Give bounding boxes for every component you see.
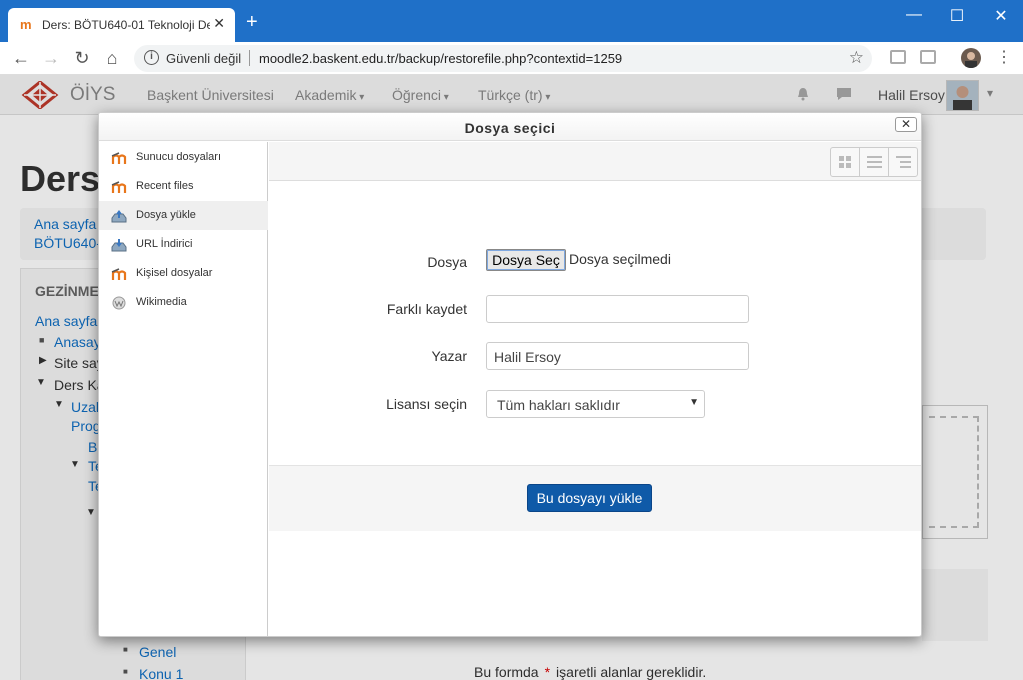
file-label: Dosya [427, 254, 467, 270]
cast-icon[interactable] [920, 50, 936, 64]
file-picker-content: Dosya Dosya Seç Dosya seçilmedi Farklı k… [269, 142, 921, 636]
repo-upload-file[interactable]: Dosya yükle [99, 201, 268, 230]
home-icon[interactable]: ⌂ [102, 48, 122, 68]
extension-icon[interactable] [890, 50, 906, 64]
upload-icon [111, 210, 127, 223]
repo-server-files[interactable]: Sunucu dosyaları [99, 143, 268, 172]
forward-arrow-icon[interactable]: → [41, 48, 61, 68]
window-close-button[interactable]: ✕ [991, 6, 1011, 26]
license-selected-value: Tüm hakları saklıdır [497, 397, 620, 413]
address-bar[interactable]: i Güvenli değil moodle2.baskent.edu.tr/b… [134, 45, 872, 72]
new-tab-button[interactable]: + [246, 12, 258, 32]
repo-label: Sunucu dosyaları [136, 151, 221, 163]
chevron-down-icon: ▼ [689, 397, 699, 408]
browser-tab[interactable]: m Ders: BÖTU640-01 Teknoloji Dest ✕ [8, 8, 235, 42]
file-picker-dialog: Dosya seçici ✕ Sunucu dosyaları Recent f… [98, 112, 922, 637]
repo-label: Dosya yükle [136, 209, 196, 221]
tab-close-icon[interactable]: ✕ [213, 15, 225, 32]
upload-file-button[interactable]: Bu dosyayı yükle [527, 484, 652, 512]
saveas-field[interactable] [486, 295, 749, 323]
grid-view-button[interactable] [831, 148, 860, 176]
moodle-icon [111, 268, 127, 280]
tab-title: Ders: BÖTU640-01 Teknoloji Dest [42, 18, 210, 32]
repo-label: URL İndirici [136, 238, 193, 250]
author-field[interactable]: Halil Ersoy [486, 342, 749, 370]
grid-view-icon [839, 156, 851, 168]
repo-private-files[interactable]: Kişisel dosyalar [99, 259, 268, 288]
moodle-icon [111, 152, 127, 164]
profile-avatar[interactable] [961, 48, 981, 68]
info-icon[interactable]: i [144, 50, 159, 65]
address-divider [249, 50, 250, 66]
browser-toolbar: ← → ↻ ⌂ i Güvenli değil moodle2.baskent.… [0, 42, 1023, 75]
repo-label: Kişisel dosyalar [136, 267, 213, 279]
url-text[interactable]: moodle2.baskent.edu.tr/backup/restorefil… [259, 51, 622, 66]
repo-recent-files[interactable]: Recent files [99, 172, 268, 201]
repository-list: Sunucu dosyaları Recent files Dosya yükl… [99, 142, 268, 636]
file-picker-footer: Bu dosyayı yükle [269, 465, 921, 531]
moodle-favicon-icon: m [20, 17, 32, 32]
moodle-icon [111, 181, 127, 193]
wikimedia-icon [112, 296, 126, 310]
repo-wikimedia[interactable]: Wikimedia [99, 288, 268, 317]
maximize-button[interactable]: ☐ [947, 6, 967, 26]
bookmark-star-icon[interactable]: ☆ [849, 48, 864, 68]
security-label: Güvenli değil [166, 51, 242, 66]
tree-view-icon [896, 156, 911, 168]
list-view-icon [867, 156, 882, 168]
minimize-button[interactable]: — [904, 6, 924, 24]
saveas-label: Farklı kaydet [386, 301, 467, 317]
file-status: Dosya seçilmedi [569, 251, 671, 267]
list-view-button[interactable] [860, 148, 889, 176]
view-mode-group [830, 147, 918, 177]
choose-file-button[interactable]: Dosya Seç [486, 249, 566, 271]
dialog-close-button[interactable]: ✕ [895, 117, 917, 132]
url-download-icon [111, 239, 127, 252]
repo-label: Wikimedia [136, 296, 187, 308]
repo-url-downloader[interactable]: URL İndirici [99, 230, 268, 259]
back-arrow-icon[interactable]: ← [11, 48, 31, 68]
author-label: Yazar [431, 348, 467, 364]
tree-view-button[interactable] [889, 148, 918, 176]
reload-icon[interactable]: ↻ [72, 48, 92, 68]
dialog-title: Dosya seçici [464, 120, 556, 136]
dialog-header: Dosya seçici ✕ [99, 113, 921, 141]
browser-titlebar: m Ders: BÖTU640-01 Teknoloji Dest ✕ + — … [0, 0, 1023, 42]
browser-menu-icon[interactable]: ⋮ [996, 48, 1012, 68]
license-select[interactable]: Tüm hakları saklıdır ▼ [486, 390, 705, 418]
license-label: Lisansı seçin [386, 396, 467, 412]
file-picker-toolbar [269, 142, 921, 181]
repo-label: Recent files [136, 180, 194, 192]
